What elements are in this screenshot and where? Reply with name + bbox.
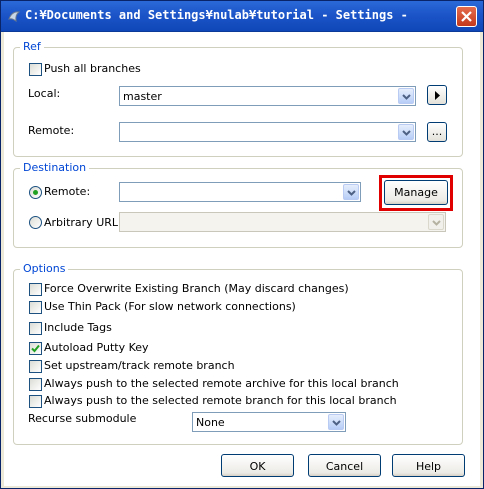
set-upstream-label: Set upstream/track remote branch — [44, 359, 235, 372]
push-all-branches-checkbox[interactable] — [29, 63, 42, 76]
ref-legend: Ref — [20, 40, 44, 53]
checkmark-icon — [31, 344, 40, 353]
recurse-submodule-value: None — [196, 416, 225, 429]
push-all-branches-label: Push all branches — [44, 62, 141, 75]
include-tags-label: Include Tags — [44, 321, 112, 334]
window-title: C:¥Documents and Settings¥nulab¥tutorial… — [25, 8, 408, 22]
local-label: Local: — [28, 87, 61, 100]
destination-remote-radio[interactable] — [29, 186, 42, 199]
force-overwrite-checkbox[interactable] — [29, 283, 42, 296]
local-branch-select[interactable]: master — [119, 86, 416, 106]
destination-legend: Destination — [20, 161, 90, 174]
set-upstream-checkbox[interactable] — [29, 360, 42, 373]
close-button[interactable] — [456, 6, 477, 27]
play-icon — [435, 91, 440, 100]
recurse-submodule-select[interactable]: None — [192, 412, 346, 432]
help-button-label: Help — [415, 460, 442, 473]
always-push-archive-label: Always push to the selected remote archi… — [44, 377, 399, 390]
ellipsis-label: ... — [431, 125, 443, 138]
ok-button-label: OK — [249, 460, 266, 473]
autoload-putty-key-checkbox[interactable] — [29, 342, 42, 355]
local-branch-value: master — [123, 90, 162, 103]
autoload-putty-key-label: Autoload Putty Key — [44, 341, 149, 354]
thin-pack-label: Use Thin Pack (For slow network connecti… — [44, 300, 296, 313]
close-icon — [461, 11, 472, 22]
include-tags-checkbox[interactable] — [29, 322, 42, 335]
arbitrary-url-radio[interactable] — [29, 216, 42, 229]
chevron-down-icon[interactable] — [398, 124, 414, 140]
ref-remote-select[interactable] — [119, 122, 416, 142]
chevron-down-icon[interactable] — [343, 184, 359, 200]
radio-selected-dot — [33, 190, 38, 195]
ref-remote-label: Remote: — [28, 124, 75, 137]
cancel-button[interactable]: Cancel — [308, 454, 381, 477]
ok-button[interactable]: OK — [221, 454, 294, 477]
arbitrary-url-select[interactable] — [119, 212, 446, 232]
thin-pack-checkbox[interactable] — [29, 301, 42, 314]
always-push-branch-checkbox[interactable] — [29, 395, 42, 408]
recurse-submodule-label: Recurse submodule — [28, 412, 137, 425]
manage-button[interactable]: Manage — [384, 180, 448, 205]
options-legend: Options — [20, 262, 69, 275]
local-branch-play-button[interactable] — [427, 85, 447, 105]
always-push-archive-checkbox[interactable] — [29, 378, 42, 391]
destination-remote-select[interactable] — [119, 182, 361, 202]
cancel-button-label: Cancel — [325, 460, 364, 473]
dialog-body: Ref Push all branches Local: master Remo… — [4, 32, 480, 486]
ref-remote-browse-button[interactable]: ... — [427, 122, 447, 142]
force-overwrite-label: Force Overwrite Existing Branch (May dis… — [44, 282, 349, 295]
help-button[interactable]: Help — [392, 454, 465, 477]
manage-button-label: Manage — [394, 186, 438, 199]
settings-window: C:¥Documents and Settings¥nulab¥tutorial… — [0, 0, 484, 489]
app-icon — [8, 11, 21, 23]
destination-remote-label: Remote: — [44, 185, 91, 198]
arbitrary-url-label: Arbitrary URL: — [44, 216, 122, 229]
title-bar: C:¥Documents and Settings¥nulab¥tutorial… — [1, 1, 483, 32]
always-push-branch-label: Always push to the selected remote branc… — [44, 394, 397, 407]
chevron-down-icon[interactable] — [328, 414, 344, 430]
chevron-down-icon[interactable] — [398, 88, 414, 104]
chevron-down-icon[interactable] — [428, 214, 444, 230]
